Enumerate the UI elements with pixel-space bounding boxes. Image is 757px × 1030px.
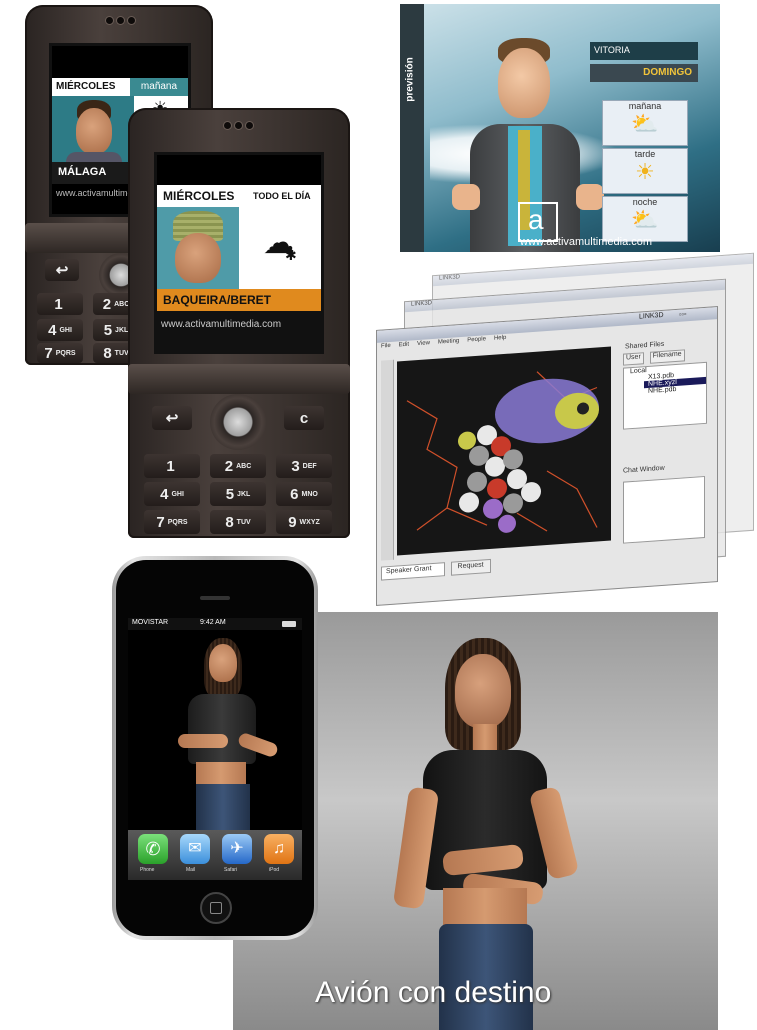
- video-caption: Avión con destino: [315, 976, 552, 1009]
- city-name: MÁLAGA: [58, 166, 107, 178]
- place-name: BAQUEIRA/BERET: [163, 293, 272, 307]
- chat-area[interactable]: [623, 475, 705, 544]
- signer-avatar: [383, 638, 593, 1030]
- back-key[interactable]: ↩: [152, 406, 192, 430]
- phone-app-icon[interactable]: ✆: [138, 834, 168, 864]
- forecast-day: DOMINGO: [643, 67, 692, 78]
- weather-tv-frame: previsión VITORIA DOMINGO mañana ⛅ tarde…: [400, 4, 720, 252]
- chat-panel: Chat Window: [623, 454, 709, 544]
- sun-icon: ☀: [635, 159, 655, 184]
- column-user[interactable]: User: [623, 352, 644, 366]
- weather-day-bar: MIÉRCOLES TODO EL DÍA: [157, 185, 321, 207]
- menu-file[interactable]: File: [377, 342, 395, 353]
- shared-files-panel: Shared Files User Filename Local X13.pdb…: [619, 338, 709, 464]
- key-1[interactable]: 1: [37, 293, 83, 315]
- front-mobile-phone: MIÉRCOLES TODO EL DÍA ☁ ✱ BAQUEIRA/BERET…: [128, 108, 350, 538]
- period-morning-label: mañana: [628, 101, 662, 111]
- weather-period: mañana: [130, 78, 188, 96]
- dock-label-mail: Mail: [186, 867, 196, 873]
- channel-logo-letter: a: [528, 204, 544, 235]
- menu-people[interactable]: People: [463, 335, 490, 347]
- dock-label-safari: Safari: [224, 867, 238, 873]
- column-filename[interactable]: Filename: [649, 349, 685, 364]
- status-time: 9:42 AM: [200, 619, 226, 626]
- dock-label-ipod: iPod: [269, 867, 280, 873]
- carrier-name: MOVISTAR: [132, 619, 169, 626]
- weather-day-bar: MIÉRCOLES mañana: [52, 78, 188, 96]
- period-night-label: noche: [632, 197, 658, 207]
- dock-label-phone: Phone: [140, 867, 155, 873]
- file-item[interactable]: NHE.pdb: [624, 384, 706, 397]
- front-phone-screen: MIÉRCOLES TODO EL DÍA ☁ ✱ BAQUEIRA/BERET…: [154, 152, 324, 354]
- window-title: LINK3D: [639, 311, 664, 321]
- key-3[interactable]: 3 DEF: [276, 454, 332, 478]
- phone-speaker: [106, 17, 135, 24]
- ipod-app-icon[interactable]: ♫: [264, 834, 294, 864]
- period-afternoon: tarde ☀: [602, 148, 688, 194]
- mail-app-icon[interactable]: ✉: [180, 834, 210, 864]
- url-text: www.activamultimedia.com: [520, 236, 653, 248]
- menu-edit[interactable]: Edit: [395, 340, 413, 351]
- avatar-portrait: [157, 207, 239, 289]
- key-4[interactable]: 4 GHI: [37, 319, 83, 341]
- signer-avatar-small: [168, 638, 280, 844]
- speaker-grant-field[interactable]: Speaker Grant: [381, 562, 445, 581]
- main-window: LINK3D ▫▫▫ File Edit View Meeting People…: [376, 306, 718, 606]
- tool-palette: [381, 359, 394, 561]
- iphone-device: MOVISTAR 9:42 AM ✆ ✉ ✈ ♫ Phone Mail Safa…: [112, 556, 318, 940]
- iphone-screen: MOVISTAR 9:42 AM ✆ ✉ ✈ ♫ Phone Mail Safa…: [128, 618, 302, 880]
- key-6[interactable]: 6 MNO: [276, 482, 332, 506]
- back-key[interactable]: ↩: [45, 259, 79, 281]
- molecule-render: [406, 371, 599, 533]
- key-5[interactable]: 5 JKL: [210, 482, 266, 506]
- avatar-portrait: [52, 96, 134, 162]
- clear-key[interactable]: c: [284, 406, 324, 430]
- weather-period: TODO EL DÍA: [253, 191, 311, 201]
- place-bar: BAQUEIRA/BERET: [157, 289, 321, 311]
- navigation-pad[interactable]: [210, 394, 266, 450]
- forecast-city: VITORIA: [594, 45, 630, 55]
- home-button[interactable]: [200, 892, 232, 924]
- period-morning: mañana ⛅: [602, 100, 688, 146]
- key-7[interactable]: 7 PQRS: [37, 343, 83, 363]
- chat-window-label: Chat Window: [623, 464, 665, 475]
- key-9[interactable]: 9 WXYZ: [276, 510, 332, 534]
- window-controls[interactable]: ▫▫▫: [679, 311, 686, 319]
- file-tree: Local X13.pdb NHE.xyzl NHE.pdb: [623, 361, 707, 430]
- key-7[interactable]: 7 PQRS: [144, 510, 200, 534]
- period-afternoon-label: tarde: [634, 149, 656, 159]
- day-header: DOMINGO: [590, 64, 698, 82]
- shared-files-label: Shared Files: [625, 340, 665, 351]
- weather-day: MIÉRCOLES: [56, 81, 116, 92]
- key-8[interactable]: 8 TUV: [210, 510, 266, 534]
- key-2[interactable]: 2 ABC: [210, 454, 266, 478]
- key-1[interactable]: 1: [144, 454, 200, 478]
- status-bar: MOVISTAR 9:42 AM: [128, 618, 302, 630]
- snowflake-icon: ✱: [285, 247, 297, 263]
- sun-cloud-rain-icon: ⛅: [631, 111, 659, 136]
- side-label-bar: previsión: [400, 4, 424, 252]
- molecule-viewport[interactable]: [397, 346, 611, 556]
- forecast-panel: VITORIA DOMINGO mañana ⛅ tarde ☀ noche ⛅: [590, 42, 698, 252]
- request-button[interactable]: Request: [450, 558, 491, 576]
- battery-icon: [282, 621, 296, 627]
- soft-key-bar: [128, 364, 350, 394]
- earpiece: [200, 596, 230, 600]
- menu-help[interactable]: Help: [490, 334, 510, 345]
- collab-app-screens: LINK3D LINK3D LINK3D ▫▫▫ File Edit View …: [376, 252, 756, 606]
- sun-cloud-icon: ⛅: [631, 207, 659, 232]
- forecast-side-label: previsión: [404, 57, 416, 102]
- key-4[interactable]: 4 GHI: [144, 482, 200, 506]
- menu-meeting[interactable]: Meeting: [434, 337, 463, 349]
- menu-view[interactable]: View: [413, 339, 434, 350]
- presenter-avatar: [430, 34, 604, 252]
- city-header: VITORIA: [590, 42, 698, 60]
- weather-icon-area: ☁ ✱: [239, 207, 321, 289]
- safari-app-icon[interactable]: ✈: [222, 834, 252, 864]
- app-dock: ✆ ✉ ✈ ♫ Phone Mail Safari iPod: [128, 830, 302, 880]
- phone-speaker: [224, 122, 253, 129]
- url-text: www.activamultimedia.com: [161, 319, 282, 330]
- weather-day: MIÉRCOLES: [163, 189, 235, 203]
